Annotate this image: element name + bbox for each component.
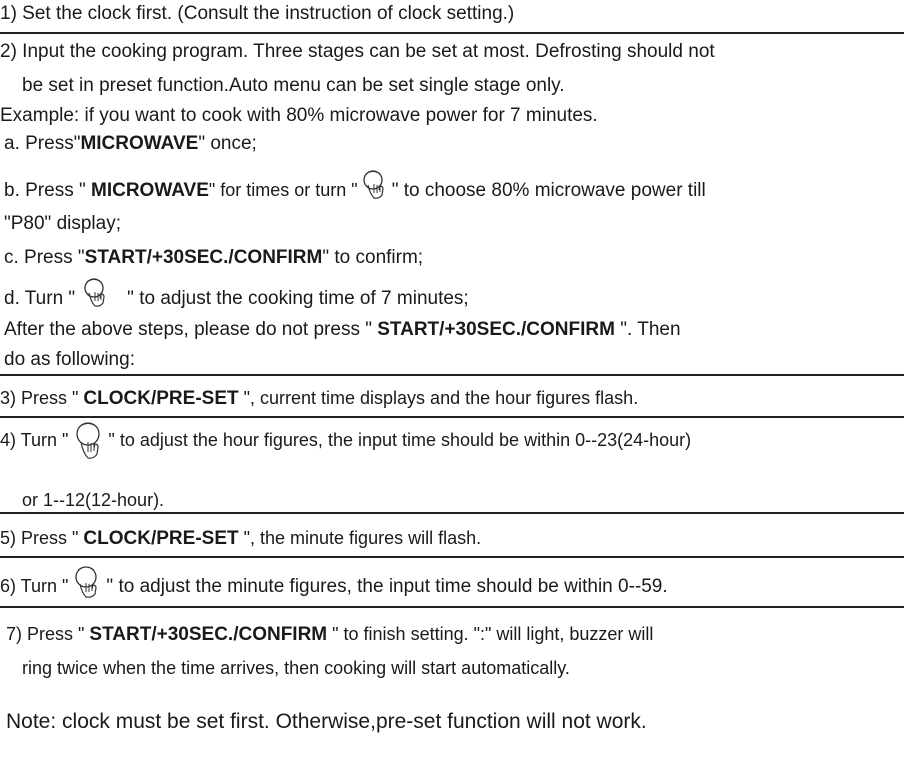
divider bbox=[0, 606, 904, 608]
step-b: b. Press " MICROWAVE" for times or turn … bbox=[4, 170, 706, 206]
clock-preset-key-label: CLOCK/PRE-SET bbox=[83, 388, 239, 409]
step-5: 5) Press " CLOCK/PRE-SET ", the minute f… bbox=[0, 528, 482, 549]
start-confirm-key-label: START/+30SEC./CONFIRM bbox=[89, 624, 328, 645]
step-3: 3) Press " CLOCK/PRE-SET ", current time… bbox=[0, 388, 639, 409]
step-2-line-1: 2) Input the cooking program. Three stag… bbox=[0, 41, 715, 62]
step-a: a. Press"MICROWAVE" once; bbox=[4, 133, 257, 154]
step-4: 4) Turn " " to adjust the hour figures, t… bbox=[0, 422, 691, 459]
after-steps-line-2: do as following: bbox=[4, 349, 135, 370]
step-6: 6) Turn " " to adjust the minute figures,… bbox=[0, 566, 668, 602]
after-steps-note: After the above steps, please do not pre… bbox=[4, 319, 681, 340]
clock-preset-key-label: CLOCK/PRE-SET bbox=[83, 528, 239, 549]
step-4-line-2: or 1--12(12-hour). bbox=[22, 490, 165, 510]
divider bbox=[0, 374, 904, 376]
microwave-key-label: MICROWAVE bbox=[80, 133, 199, 154]
step-7: 7) Press " START/+30SEC./CONFIRM " to fi… bbox=[6, 624, 654, 645]
hand-turning-dial-icon bbox=[358, 170, 392, 206]
divider bbox=[0, 556, 904, 558]
hand-turning-dial-icon bbox=[68, 422, 108, 459]
example-text: Example: if you want to cook with 80% mi… bbox=[0, 105, 598, 126]
divider bbox=[0, 32, 904, 34]
start-confirm-key-label: START/+30SEC./CONFIRM bbox=[377, 319, 615, 340]
divider bbox=[0, 512, 904, 514]
note: Note: clock must be set first. Otherwise… bbox=[6, 710, 647, 733]
divider bbox=[0, 416, 904, 418]
step-c: c. Press "START/+30SEC./CONFIRM" to conf… bbox=[4, 247, 424, 268]
step-2-line-2: be set in preset function.Auto menu can … bbox=[22, 75, 565, 96]
start-confirm-key-label: START/+30SEC./CONFIRM bbox=[84, 247, 323, 268]
step-7-line-2: ring twice when the time arrives, then c… bbox=[22, 658, 570, 678]
hand-turning-dial-icon bbox=[68, 566, 106, 602]
step-1: 1) Set the clock first. (Consult the ins… bbox=[0, 3, 515, 24]
microwave-key-label: MICROWAVE bbox=[91, 180, 209, 202]
step-d: d. Turn " " to adjust the cooking time of… bbox=[4, 278, 469, 314]
hand-turning-dial-icon bbox=[79, 278, 113, 314]
step-b-line-2: "P80" display; bbox=[4, 213, 121, 234]
